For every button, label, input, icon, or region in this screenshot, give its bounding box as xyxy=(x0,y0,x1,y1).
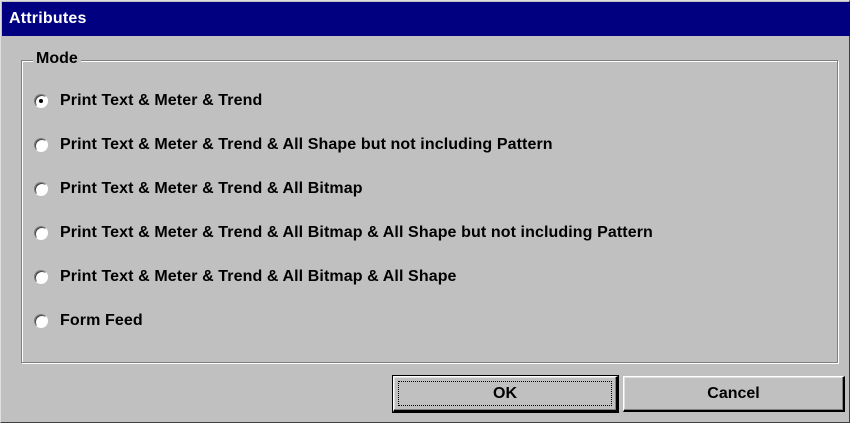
radio-option-label: Print Text & Meter & Trend & All Bitmap … xyxy=(60,268,457,285)
radio-button-icon[interactable] xyxy=(34,94,48,108)
radio-option-form-feed[interactable]: Form Feed xyxy=(34,309,143,333)
radio-button-icon[interactable] xyxy=(34,226,48,240)
radio-button-icon[interactable] xyxy=(34,314,48,328)
radio-option-label: Print Text & Meter & Trend & All Bitmap xyxy=(60,180,363,197)
ok-button[interactable]: OK xyxy=(392,375,619,413)
radio-option-label: Form Feed xyxy=(60,312,143,329)
cancel-button[interactable]: Cancel xyxy=(623,376,845,412)
radio-option-label: Print Text & Meter & Trend & All Bitmap … xyxy=(60,224,653,241)
mode-group-legend: Mode xyxy=(33,49,81,69)
attributes-dialog: Attributes Mode Print Text & Meter & Tre… xyxy=(0,0,850,423)
radio-option-label: Print Text & Meter & Trend & All Shape b… xyxy=(60,136,553,153)
radio-option-bitmap-all-shape[interactable]: Print Text & Meter & Trend & All Bitmap … xyxy=(34,265,457,289)
radio-button-icon[interactable] xyxy=(34,182,48,196)
radio-option-text-meter-trend[interactable]: Print Text & Meter & Trend xyxy=(34,89,262,113)
radio-button-icon[interactable] xyxy=(34,270,48,284)
radio-button-icon[interactable] xyxy=(34,138,48,152)
radio-option-all-bitmap[interactable]: Print Text & Meter & Trend & All Bitmap xyxy=(34,177,363,201)
dialog-title: Attributes xyxy=(2,2,850,36)
ok-button-label: OK xyxy=(493,385,517,402)
radio-option-bitmap-shape-no-pattern[interactable]: Print Text & Meter & Trend & All Bitmap … xyxy=(34,221,653,245)
radio-option-all-shape-no-pattern[interactable]: Print Text & Meter & Trend & All Shape b… xyxy=(34,133,553,157)
radio-option-label: Print Text & Meter & Trend xyxy=(60,92,263,109)
